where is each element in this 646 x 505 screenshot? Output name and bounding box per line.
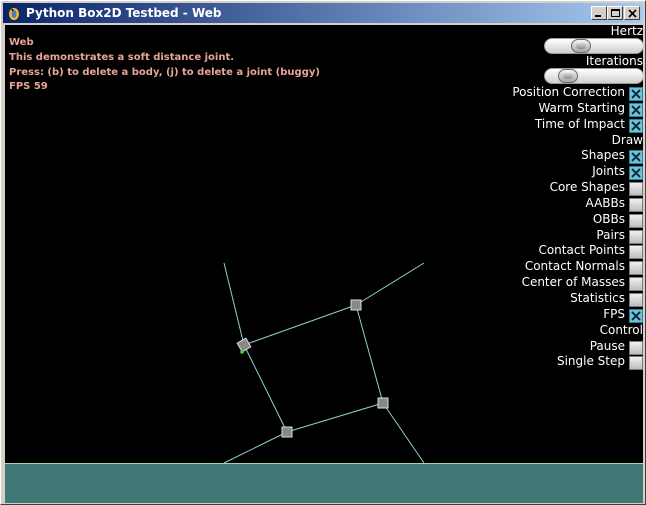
hertz-label: Hertz [610,25,643,38]
title-bar[interactable]: Python Box2D Testbed - Web [3,3,643,23]
option-checkbox[interactable] [629,214,643,228]
option-label: Pause [589,339,625,353]
option-checkbox[interactable] [629,230,643,244]
option-label: Core Shapes [549,180,625,194]
joint-line [223,431,288,464]
option-checkbox[interactable] [629,119,643,133]
option-label: Shapes [581,148,625,162]
minimize-button[interactable] [591,6,607,20]
maximize-button[interactable] [607,6,623,20]
option-checkbox[interactable] [629,150,643,164]
option-label: Warm Starting [538,101,625,115]
option-checkbox[interactable] [629,309,643,323]
option-label: Position Correction [512,85,625,99]
option-checkbox[interactable] [629,245,643,259]
option-label: FPS [603,307,625,321]
section-header: Control [599,323,643,337]
check-x-icon [631,105,641,115]
joint-line [286,402,384,433]
option-label: Joints [592,164,625,178]
option-checkbox[interactable] [629,198,643,212]
option-checkbox[interactable] [629,293,643,307]
option-checkbox[interactable] [629,103,643,117]
option-checkbox[interactable] [629,356,643,370]
joint-line [243,304,357,346]
hertz-slider[interactable] [544,38,643,54]
option-checkbox[interactable] [629,87,643,101]
slider-knob[interactable] [558,69,578,83]
center-of-mass-marker [240,350,244,354]
joint-line [382,402,425,464]
option-label: Contact Points [538,243,625,257]
option-label: Pairs [596,228,625,242]
close-icon [628,9,637,18]
joint-line [243,344,288,433]
check-x-icon [631,89,641,99]
check-x-icon [631,311,641,321]
simulation-viewport[interactable]: Web This demonstrates a soft distance jo… [5,25,643,503]
option-label: AABBs [585,196,625,210]
iterations-slider[interactable] [544,68,643,84]
option-label: Contact Normals [524,259,625,273]
option-checkbox[interactable] [629,166,643,180]
option-checkbox[interactable] [629,182,643,196]
check-x-icon [631,168,641,178]
joint-line [223,262,245,346]
pygame-snake-icon [9,8,19,20]
app-window: Python Box2D Testbed - Web Web This demo… [0,0,646,505]
slider-knob[interactable] [571,39,591,53]
body-box[interactable] [236,337,252,353]
minimize-icon [595,15,601,17]
body-box[interactable] [281,426,293,438]
option-label: Center of Masses [521,275,625,289]
close-button[interactable] [624,6,640,20]
window-title: Python Box2D Testbed - Web [26,6,222,20]
joint-line [355,262,425,306]
maximize-icon [611,9,620,17]
option-label: Time of Impact [534,117,625,131]
check-x-icon [631,121,641,131]
body-box[interactable] [350,299,362,311]
check-x-icon [631,152,641,162]
option-checkbox[interactable] [629,261,643,275]
option-label: Single Step [556,354,625,368]
option-label: OBBs [592,212,625,226]
iterations-label: Iterations [585,54,643,68]
joint-line [355,304,384,404]
option-checkbox[interactable] [629,277,643,291]
section-header: Draw [611,133,643,147]
option-label: Statistics [570,291,625,305]
option-checkbox[interactable] [629,341,643,355]
body-box[interactable] [377,397,389,409]
